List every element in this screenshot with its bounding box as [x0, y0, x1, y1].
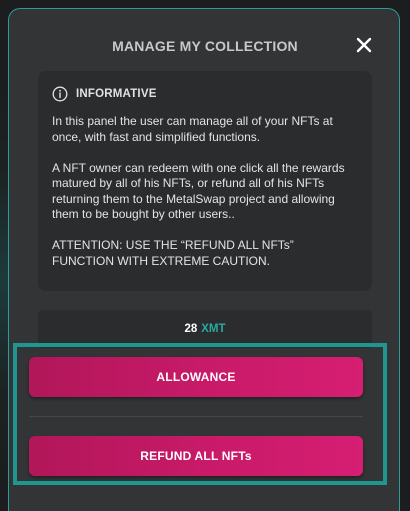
informative-paragraph: A NFT owner can redeem with one click al… — [52, 160, 345, 222]
refund-all-nfts-button[interactable]: REFUND ALL NFTs — [29, 436, 363, 476]
balance-value: 28 — [184, 323, 198, 335]
modal-title: MANAGE MY COLLECTION — [112, 38, 298, 54]
informative-header: INFORMATIVE — [52, 86, 358, 102]
close-button[interactable] — [355, 36, 373, 54]
informative-warning: ATTENTION: USE THE “REFUND ALL NFTs” FUN… — [52, 238, 294, 268]
actions-divider — [29, 416, 363, 417]
balance-unit: XMT — [201, 323, 226, 335]
informative-title: INFORMATIVE — [76, 88, 157, 100]
informative-text: In this panel the user can manage all of… — [52, 114, 358, 269]
info-icon — [52, 86, 68, 102]
allowance-button[interactable]: ALLOWANCE — [29, 357, 363, 397]
close-icon — [356, 37, 372, 53]
informative-panel: INFORMATIVE In this panel the user can m… — [38, 71, 372, 291]
informative-paragraph: In this panel the user can manage all of… — [52, 114, 333, 144]
